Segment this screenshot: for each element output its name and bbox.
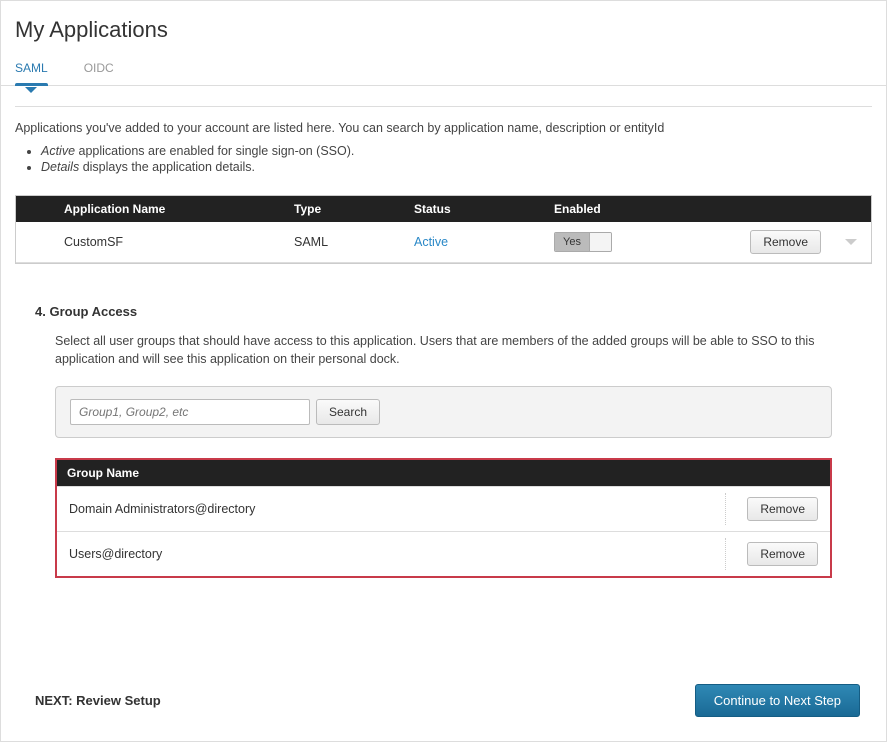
tab-saml[interactable]: SAML bbox=[15, 55, 48, 85]
search-button[interactable]: Search bbox=[316, 399, 380, 425]
toggle-knob bbox=[589, 233, 611, 251]
col-divider bbox=[725, 493, 726, 525]
footer: NEXT: Review Setup Continue to Next Step bbox=[35, 684, 860, 717]
section-desc: Select all user groups that should have … bbox=[35, 333, 852, 386]
tab-bar: SAML OIDC bbox=[1, 55, 886, 86]
intro-rest-active: applications are enabled for single sign… bbox=[75, 144, 354, 158]
intro-bullet-active: Active applications are enabled for sing… bbox=[41, 143, 872, 159]
th-enabled: Enabled bbox=[554, 202, 704, 216]
remove-group-button[interactable]: Remove bbox=[747, 497, 818, 521]
tab-oidc[interactable]: OIDC bbox=[84, 55, 114, 85]
search-container: Search bbox=[55, 386, 832, 438]
chevron-down-icon[interactable] bbox=[845, 239, 857, 245]
intro-line: Applications you've added to your accoun… bbox=[15, 121, 872, 135]
group-name: Domain Administrators@directory bbox=[69, 502, 255, 516]
cell-status[interactable]: Active bbox=[414, 235, 448, 249]
cell-app-name: CustomSF bbox=[54, 235, 294, 249]
intro-rest-details: displays the application details. bbox=[79, 160, 255, 174]
intro-bullet-details: Details displays the application details… bbox=[41, 159, 872, 175]
divider bbox=[15, 106, 872, 107]
th-app-name: Application Name bbox=[54, 202, 294, 216]
list-item: Domain Administrators@directory Remove bbox=[57, 486, 830, 531]
group-search-input[interactable] bbox=[70, 399, 310, 425]
table-header: Application Name Type Status Enabled bbox=[16, 196, 871, 222]
groups-header: Group Name bbox=[57, 460, 830, 486]
col-divider bbox=[725, 538, 726, 570]
group-access-section: 4. Group Access Select all user groups t… bbox=[1, 264, 886, 578]
cell-type: SAML bbox=[294, 235, 414, 249]
remove-group-button[interactable]: Remove bbox=[747, 542, 818, 566]
next-step-label: NEXT: Review Setup bbox=[35, 693, 161, 708]
group-name: Users@directory bbox=[69, 547, 162, 561]
intro-em-details: Details bbox=[41, 160, 79, 174]
table-row[interactable]: CustomSF SAML Active Yes Remove bbox=[16, 222, 871, 263]
toggle-yes: Yes bbox=[555, 233, 589, 251]
groups-table: Group Name Domain Administrators@directo… bbox=[55, 458, 832, 578]
continue-button[interactable]: Continue to Next Step bbox=[695, 684, 860, 717]
list-item: Users@directory Remove bbox=[57, 531, 830, 576]
remove-app-button[interactable]: Remove bbox=[750, 230, 821, 254]
applications-table: Application Name Type Status Enabled Cus… bbox=[15, 195, 872, 264]
th-status: Status bbox=[414, 202, 554, 216]
section-title: 4. Group Access bbox=[35, 304, 852, 319]
intro-em-active: Active bbox=[41, 144, 75, 158]
intro-text: Applications you've added to your accoun… bbox=[1, 121, 886, 179]
enabled-toggle[interactable]: Yes bbox=[554, 232, 612, 252]
th-type: Type bbox=[294, 202, 414, 216]
page-title: My Applications bbox=[1, 1, 886, 55]
